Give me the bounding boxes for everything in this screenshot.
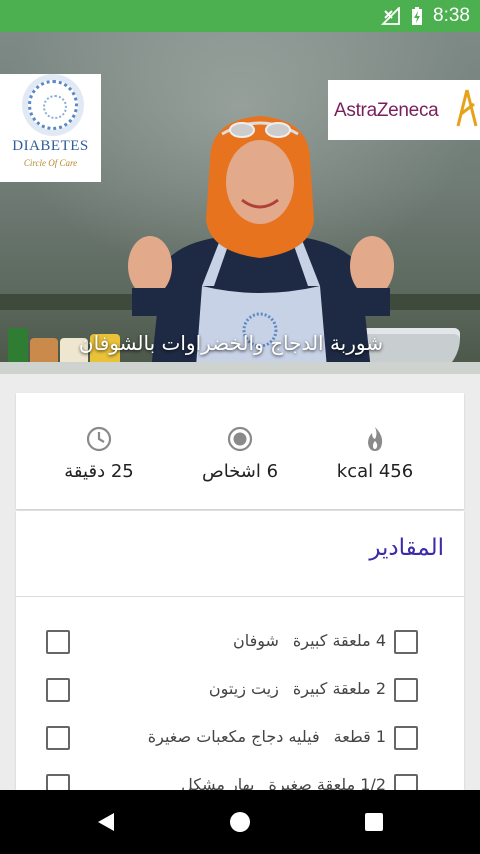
divider bbox=[16, 596, 464, 597]
ingredient-name: فيليه دجاج مكعبات صغيرة bbox=[147, 727, 320, 746]
astrazeneca-mark-icon bbox=[456, 89, 478, 127]
ingredient-row: 1 قطعة فيليه دجاج مكعبات صغيرة bbox=[16, 714, 464, 762]
system-navigation-bar bbox=[0, 790, 480, 854]
ingredient-shopping-checkbox[interactable] bbox=[46, 678, 70, 702]
recents-icon[interactable] bbox=[362, 810, 386, 834]
ingredients-header: المقادير bbox=[369, 535, 444, 561]
flame-icon bbox=[368, 427, 383, 451]
radio-target-icon bbox=[227, 426, 253, 452]
recipe-stats-card: 25 دقيقة 6 اشخاص 456 kcal bbox=[16, 393, 464, 509]
recipe-title: شوربة الدجاج والخضراوات بالشوفان bbox=[78, 331, 383, 355]
status-time: 8:38 bbox=[433, 5, 470, 26]
astrazeneca-logo: AstraZeneca bbox=[328, 80, 480, 140]
diabetes-circle-of-care-logo: DIABETES Circle Of Care bbox=[0, 74, 101, 182]
home-icon[interactable] bbox=[228, 810, 252, 834]
ingredients-card: المقادير 4 ملعقة كبيرة شوفان 2 ملعقة كبي… bbox=[16, 511, 464, 811]
calories-stat: 456 kcal bbox=[300, 417, 450, 497]
servings-value: 6 اشخاص bbox=[201, 461, 279, 482]
ingredient-quantity: 1 قطعة bbox=[333, 727, 386, 746]
prep-time-value: 25 دقيقة bbox=[64, 461, 134, 482]
clock-icon bbox=[86, 426, 112, 452]
servings-stat: 6 اشخاص bbox=[165, 417, 315, 497]
ingredient-shopping-checkbox[interactable] bbox=[46, 630, 70, 654]
ingredient-quantity: 2 ملعقة كبيرة bbox=[292, 679, 386, 698]
ingredient-name: شوفان bbox=[232, 631, 279, 650]
ingredient-quantity: 4 ملعقة كبيرة bbox=[292, 631, 386, 650]
prep-time-stat: 25 دقيقة bbox=[24, 417, 174, 497]
ingredient-name: زيت زيتون bbox=[208, 679, 279, 698]
recipe-hero-image: DIABETES Circle Of Care AstraZeneca شورب… bbox=[0, 32, 480, 374]
calories-value: 456 kcal bbox=[336, 461, 414, 482]
ingredient-checkbox[interactable] bbox=[394, 678, 418, 702]
ingredient-row: 2 ملعقة كبيرة زيت زيتون bbox=[16, 666, 464, 714]
back-icon[interactable] bbox=[94, 810, 118, 834]
ingredient-row: 4 ملعقة كبيرة شوفان bbox=[16, 618, 464, 666]
signal-off-icon bbox=[381, 7, 400, 25]
battery-charging-icon bbox=[412, 7, 423, 25]
ingredient-checkbox[interactable] bbox=[394, 630, 418, 654]
ingredient-shopping-checkbox[interactable] bbox=[46, 726, 70, 750]
status-bar: 8:38 bbox=[0, 0, 480, 32]
ingredient-checkbox[interactable] bbox=[394, 726, 418, 750]
